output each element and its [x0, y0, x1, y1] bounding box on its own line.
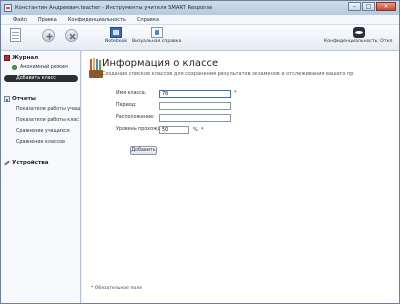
menu-file[interactable]: Файл [13, 17, 27, 23]
period-input[interactable] [159, 102, 231, 110]
percent-sign: % [193, 127, 198, 133]
notebook-button[interactable]: Notebook [105, 27, 127, 44]
class-name-required-mark: * [234, 90, 237, 96]
remove-button-icon[interactable] [65, 29, 78, 42]
required-field-note: * Обязательное поле [91, 286, 143, 291]
maximize-button[interactable]: □ [362, 2, 375, 11]
pass-level-input[interactable] [159, 126, 189, 134]
journal-header-label: Журнал [12, 55, 39, 61]
wrench-icon [3, 160, 11, 166]
new-document-icon[interactable] [10, 28, 21, 42]
class-name-input[interactable] [159, 90, 231, 98]
page-title: Информация о классе [102, 58, 219, 69]
privacy-label: Конфиденциальность: Откл. [324, 39, 394, 44]
app-window: Константин Андреевич.teacher - Инструмен… [0, 0, 400, 304]
page-subtitle: Создание списков классов для сохранения … [102, 71, 354, 77]
menu-bar: Файл Правка Конфиденциальность Справка [1, 15, 399, 25]
sidebar-item-student-performance[interactable]: Показатели работы учащ [16, 107, 80, 112]
reports-icon [4, 96, 10, 102]
status-dot-icon [12, 65, 17, 70]
add-class-button[interactable]: Добавить [130, 146, 157, 155]
toolbar: Notebook Визуальная справка Конфиденциал… [1, 25, 399, 51]
anonymous-mode-label: Анонимный режим [20, 65, 68, 70]
reports-header-label: Отчеты [12, 96, 36, 102]
menu-edit[interactable]: Правка [38, 17, 57, 23]
class-name-label: Имя класса: [116, 91, 147, 96]
notebook-icon [110, 27, 123, 38]
sidebar-item-add-class[interactable]: Добавить класс [4, 75, 78, 82]
add-button-icon[interactable] [42, 29, 55, 42]
notebook-label: Notebook [105, 39, 128, 44]
sidebar-item-student-comparison[interactable]: Сравнение учащихся [16, 129, 70, 134]
period-label: Период: [116, 103, 137, 108]
pass-level-required-mark: * [201, 127, 204, 133]
menu-help[interactable]: Справка [137, 17, 159, 23]
journal-section-header[interactable]: Журнал [4, 55, 38, 61]
menu-privacy[interactable]: Конфиденциальность [68, 17, 126, 23]
title-bar[interactable]: Константин Андреевич.teacher - Инструмен… [1, 1, 399, 15]
window-title: Константин Андреевич.teacher - Инструмен… [15, 5, 213, 11]
privacy-button[interactable]: Конфиденциальность: Откл. [324, 27, 394, 44]
minimize-button[interactable]: – [348, 2, 361, 11]
sidebar: Журнал Анонимный режим Добавить класс От… [1, 51, 81, 303]
close-button[interactable]: × [376, 2, 396, 11]
journal-icon [4, 55, 10, 61]
visual-help-label: Визуальная справка [132, 39, 182, 44]
help-icon [150, 27, 163, 38]
eye-icon [352, 27, 365, 38]
sidebar-item-class-comparison[interactable]: Сравнение классов [16, 140, 65, 145]
devices-header-label: Устройства [12, 160, 49, 166]
app-icon [4, 4, 12, 12]
location-input[interactable] [159, 114, 231, 122]
main-content: Информация о классе Создание списков кла… [82, 51, 399, 303]
location-label: Расположение: [116, 115, 155, 120]
visual-help-button[interactable]: Визуальная справка [132, 27, 181, 44]
window-controls: – □ × [348, 2, 396, 11]
sidebar-item-anonymous-mode[interactable]: Анонимный режим [12, 65, 68, 70]
devices-section-header[interactable]: Устройства [3, 160, 49, 166]
sidebar-item-class-performance[interactable]: Показатели работы клас [16, 118, 79, 123]
reports-section-header[interactable]: Отчеты [4, 96, 36, 102]
